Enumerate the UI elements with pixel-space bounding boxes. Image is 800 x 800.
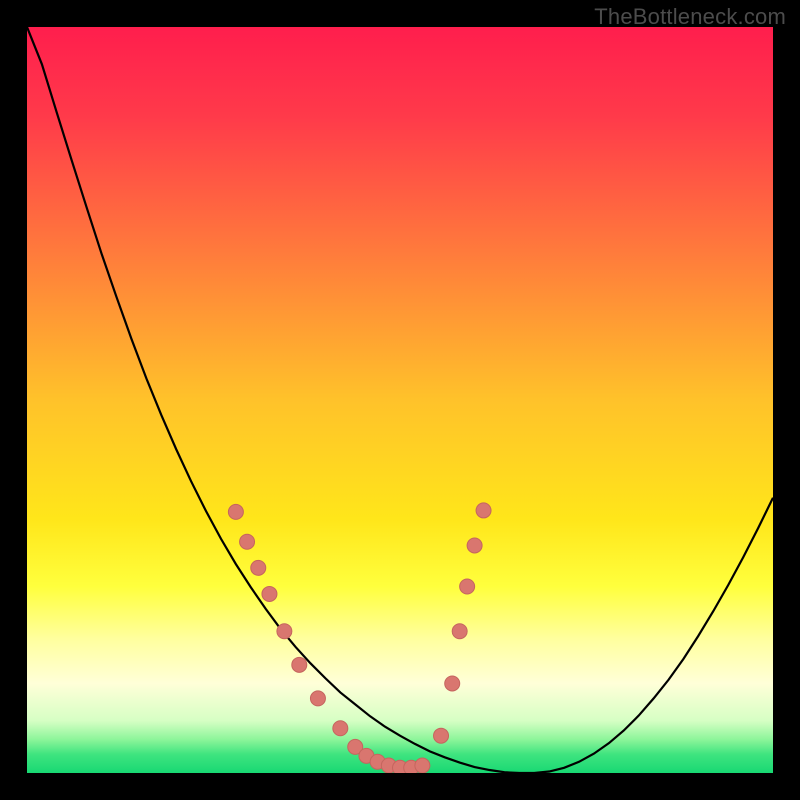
marker-point [292, 657, 307, 672]
marker-point [460, 579, 475, 594]
gradient-background [27, 27, 773, 773]
watermark-text: TheBottleneck.com [594, 4, 786, 30]
marker-point [467, 538, 482, 553]
marker-point [310, 691, 325, 706]
chart-frame: TheBottleneck.com [0, 0, 800, 800]
marker-point [251, 560, 266, 575]
marker-point [445, 676, 460, 691]
plot-area [27, 27, 773, 773]
marker-point [240, 534, 255, 549]
marker-point [434, 728, 449, 743]
marker-point [277, 624, 292, 639]
marker-point [415, 758, 430, 773]
marker-point [262, 586, 277, 601]
chart-svg [27, 27, 773, 773]
marker-point [228, 504, 243, 519]
marker-point [333, 721, 348, 736]
marker-point [452, 624, 467, 639]
marker-point [476, 503, 491, 518]
